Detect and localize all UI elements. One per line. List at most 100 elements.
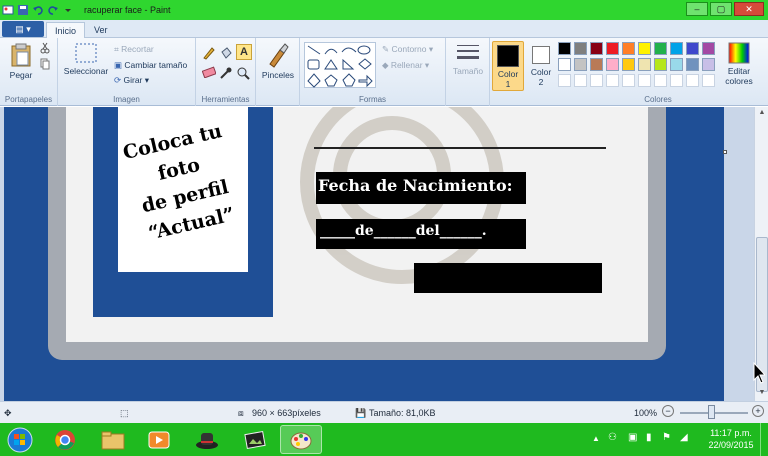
palette-color[interactable] <box>702 42 715 55</box>
status-bar: ✥ ⬚ ⧈ 960 × 663píxeles 💾 Tamaño: 81,0KB … <box>0 401 768 423</box>
save-icon[interactable] <box>17 4 29 16</box>
taskbar-media-player[interactable] <box>138 425 180 454</box>
close-button[interactable]: ✕ <box>734 2 764 16</box>
group-label-formas: Formas <box>358 95 387 104</box>
scroll-up-icon[interactable]: ▲ <box>756 109 768 119</box>
selection-size-icon: ⬚ <box>120 408 129 418</box>
color1-button[interactable]: Color 1 <box>492 41 524 91</box>
brushes-button[interactable]: Pinceles <box>260 42 296 80</box>
start-button[interactable] <box>2 425 38 454</box>
eraser-icon[interactable] <box>201 66 217 80</box>
resize-icon: ▣ <box>114 60 125 70</box>
tray-network-people-icon[interactable]: ⚇ <box>608 432 617 443</box>
windows-logo-icon <box>7 427 33 452</box>
palette-empty-slot[interactable] <box>670 74 683 87</box>
palette-empty-slot[interactable] <box>590 74 603 87</box>
size-button[interactable]: Tamaño <box>450 42 486 76</box>
canvas-resize-handle[interactable] <box>723 150 727 154</box>
tab-inicio[interactable]: Inicio <box>46 22 86 38</box>
palette-color[interactable] <box>558 42 571 55</box>
palette-empty-slot[interactable] <box>606 74 619 87</box>
zoom-slider-thumb[interactable] <box>708 405 715 419</box>
minimize-button[interactable]: – <box>686 2 708 16</box>
palette-color[interactable] <box>654 42 667 55</box>
tray-clock[interactable]: 11:17 p.m. 22/09/2015 <box>706 427 756 451</box>
zoom-in-button[interactable]: + <box>752 405 764 417</box>
date-line: _____de______del______. <box>320 223 487 239</box>
line-size-icon <box>457 45 479 59</box>
outline-button[interactable]: ✎ Contorno ▾ <box>382 44 433 55</box>
clock-date: 22/09/2015 <box>708 440 754 450</box>
palette-color[interactable] <box>622 58 635 71</box>
paint-app-icon[interactable] <box>2 4 14 16</box>
palette-color[interactable] <box>574 58 587 71</box>
tray-volume-icon[interactable]: ◢ <box>680 432 688 443</box>
media-player-icon <box>148 431 170 448</box>
taskbar: ▲ ⚇ ▣ ▮ ⚑ ◢ 11:17 p.m. 22/09/2015 <box>0 423 768 456</box>
palette-color[interactable] <box>670 58 683 71</box>
image-dimensions-icon: ⧈ <box>238 408 244 418</box>
cut-icon[interactable] <box>40 42 50 56</box>
tab-ver[interactable]: Ver <box>86 22 116 38</box>
edit-colors-button[interactable]: Editar colores <box>720 42 758 86</box>
file-size-icon: 💾 <box>355 408 367 418</box>
fill-bucket-icon[interactable] <box>219 46 233 62</box>
color2-label: Color <box>530 67 552 77</box>
file-menu-button[interactable]: ▤ ▾ <box>2 21 44 37</box>
paste-button[interactable]: Pegar <box>6 42 36 80</box>
palette-empty-slot[interactable] <box>654 74 667 87</box>
palette-color[interactable] <box>622 42 635 55</box>
resize-button[interactable]: ▣ Cambiar tamaño <box>114 60 187 71</box>
canvas-area[interactable]: Coloca tu foto de perfil “Actual” Fecha … <box>0 80 754 401</box>
tray-expand-icon[interactable]: ▲ <box>592 434 600 443</box>
redo-icon[interactable] <box>47 4 59 16</box>
taskbar-paint[interactable] <box>280 425 322 454</box>
palette-color[interactable] <box>702 58 715 71</box>
text-tool-icon[interactable]: A <box>236 44 252 60</box>
palette-color[interactable] <box>590 42 603 55</box>
palette-color[interactable] <box>606 42 619 55</box>
palette-color[interactable] <box>590 58 603 71</box>
rotate-button[interactable]: ⟳ Girar ▾ <box>114 75 149 86</box>
show-desktop-button[interactable] <box>760 423 768 456</box>
magnifier-icon[interactable] <box>236 66 250 82</box>
palette-color[interactable] <box>638 58 651 71</box>
palette-color[interactable] <box>558 58 571 71</box>
select-button[interactable]: Seleccionar <box>62 42 110 76</box>
palette-color[interactable] <box>606 58 619 71</box>
taskbar-chrome[interactable] <box>44 425 86 454</box>
palette-empty-slot[interactable] <box>638 74 651 87</box>
scroll-down-icon[interactable]: ▼ <box>756 389 768 399</box>
tray-battery-icon[interactable]: ▮ <box>646 432 652 443</box>
taskbar-app-hat[interactable] <box>186 425 228 454</box>
crop-button[interactable]: ⌗ Recortar <box>114 44 154 55</box>
palette-color[interactable] <box>638 42 651 55</box>
palette-color[interactable] <box>574 42 587 55</box>
tray-flag-icon[interactable]: ⚑ <box>662 432 671 443</box>
undo-icon[interactable] <box>32 4 44 16</box>
tray-device-icon[interactable]: ▣ <box>628 432 637 443</box>
fill-button[interactable]: ◆ Rellenar ▾ <box>382 60 429 71</box>
vertical-scrollbar[interactable]: ▲ ▼ <box>754 107 768 401</box>
palette-color[interactable] <box>670 42 683 55</box>
customize-toolbar-icon[interactable] <box>62 4 74 16</box>
palette-empty-slot[interactable] <box>622 74 635 87</box>
color2-button[interactable]: Color 2 <box>526 41 556 91</box>
zoom-out-button[interactable]: − <box>662 405 674 417</box>
copy-icon[interactable] <box>40 58 50 72</box>
palette-color[interactable] <box>654 58 667 71</box>
palette-color[interactable] <box>686 58 699 71</box>
palette-empty-slot[interactable] <box>686 74 699 87</box>
pencil-icon[interactable] <box>202 46 216 62</box>
edit-colors-label-2: colores <box>725 76 753 86</box>
taskbar-explorer[interactable] <box>92 425 134 454</box>
palette-empty-slot[interactable] <box>574 74 587 87</box>
maximize-button[interactable]: ▢ <box>710 2 732 16</box>
shapes-gallery[interactable] <box>304 42 376 88</box>
taskbar-app-photo[interactable] <box>234 425 276 454</box>
color-picker-icon[interactable] <box>219 66 233 82</box>
name-line <box>314 147 606 149</box>
palette-empty-slot[interactable] <box>702 74 715 87</box>
palette-empty-slot[interactable] <box>558 74 571 87</box>
palette-color[interactable] <box>686 42 699 55</box>
